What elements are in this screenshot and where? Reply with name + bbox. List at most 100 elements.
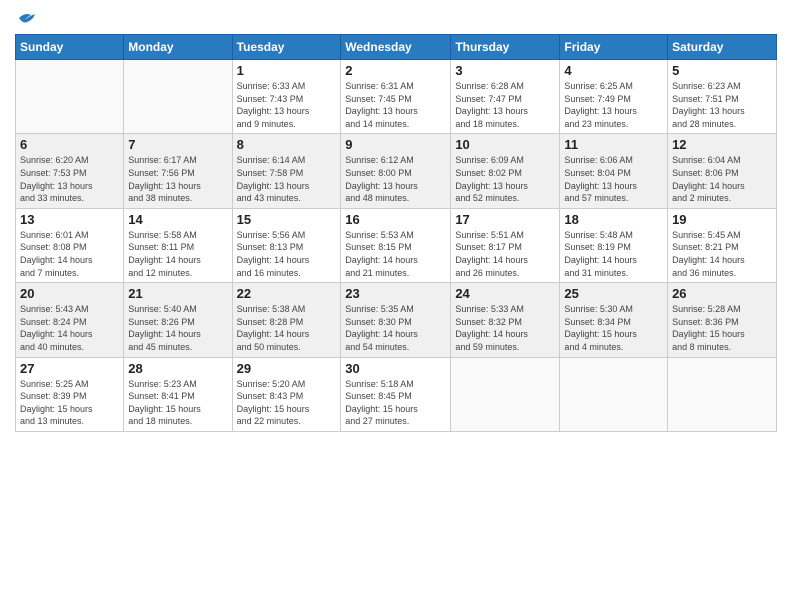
calendar-cell: 4Sunrise: 6:25 AM Sunset: 7:49 PM Daylig… [560, 60, 668, 134]
day-info: Sunrise: 5:48 AM Sunset: 8:19 PM Dayligh… [564, 229, 663, 279]
calendar-cell [560, 357, 668, 431]
calendar-header-row: SundayMondayTuesdayWednesdayThursdayFrid… [16, 35, 777, 60]
day-info: Sunrise: 5:35 AM Sunset: 8:30 PM Dayligh… [345, 303, 446, 353]
calendar-cell [451, 357, 560, 431]
day-info: Sunrise: 6:09 AM Sunset: 8:02 PM Dayligh… [455, 154, 555, 204]
calendar-cell: 20 Sunrise: 5:43 AM Sunset: 8:24 PM Dayli… [16, 283, 124, 357]
day-number: 5 [672, 63, 772, 78]
calendar-cell: 21 Sunrise: 5:40 AM Sunset: 8:26 PM Dayli… [124, 283, 232, 357]
calendar-cell: 25 Sunrise: 5:30 AM Sunset: 8:34 PM Dayli… [560, 283, 668, 357]
day-number: 6 [20, 137, 119, 152]
calendar-cell: 28 Sunrise: 5:23 AM Sunset: 8:41 PM Dayli… [124, 357, 232, 431]
calendar-cell: 16 Sunrise: 5:53 AM Sunset: 8:15 PM Dayli… [341, 208, 451, 282]
day-number: 29 [237, 361, 337, 376]
calendar-cell: 11 Sunrise: 6:06 AM Sunset: 8:04 PM Dayli… [560, 134, 668, 208]
page: SundayMondayTuesdayWednesdayThursdayFrid… [0, 0, 792, 612]
day-number: 23 [345, 286, 446, 301]
calendar-header-monday: Monday [124, 35, 232, 60]
calendar-header-tuesday: Tuesday [232, 35, 341, 60]
day-info: Sunrise: 5:33 AM Sunset: 8:32 PM Dayligh… [455, 303, 555, 353]
day-number: 25 [564, 286, 663, 301]
day-info: Sunrise: 6:17 AM Sunset: 7:56 PM Dayligh… [128, 154, 227, 204]
day-info: Sunrise: 5:51 AM Sunset: 8:17 PM Dayligh… [455, 229, 555, 279]
day-info: Sunrise: 5:38 AM Sunset: 8:28 PM Dayligh… [237, 303, 337, 353]
day-number: 16 [345, 212, 446, 227]
calendar-cell: 6 Sunrise: 6:20 AM Sunset: 7:53 PM Daylig… [16, 134, 124, 208]
day-info: Sunrise: 5:23 AM Sunset: 8:41 PM Dayligh… [128, 378, 227, 428]
day-info: Sunrise: 5:56 AM Sunset: 8:13 PM Dayligh… [237, 229, 337, 279]
day-number: 8 [237, 137, 337, 152]
calendar-cell: 15 Sunrise: 5:56 AM Sunset: 8:13 PM Dayli… [232, 208, 341, 282]
calendar-cell: 29Sunrise: 5:20 AM Sunset: 8:43 PM Dayli… [232, 357, 341, 431]
day-info: Sunrise: 6:28 AM Sunset: 7:47 PM Dayligh… [455, 80, 555, 130]
calendar-cell: 27Sunrise: 5:25 AM Sunset: 8:39 PM Dayli… [16, 357, 124, 431]
calendar-week-5: 27Sunrise: 5:25 AM Sunset: 8:39 PM Dayli… [16, 357, 777, 431]
day-number: 9 [345, 137, 446, 152]
day-number: 19 [672, 212, 772, 227]
day-number: 18 [564, 212, 663, 227]
day-info: Sunrise: 6:01 AM Sunset: 8:08 PM Dayligh… [20, 229, 119, 279]
calendar-week-2: 6 Sunrise: 6:20 AM Sunset: 7:53 PM Daylig… [16, 134, 777, 208]
day-info: Sunrise: 5:53 AM Sunset: 8:15 PM Dayligh… [345, 229, 446, 279]
day-number: 21 [128, 286, 227, 301]
calendar-header-wednesday: Wednesday [341, 35, 451, 60]
day-number: 12 [672, 137, 772, 152]
calendar-cell [124, 60, 232, 134]
calendar-cell: 23 Sunrise: 5:35 AM Sunset: 8:30 PM Dayli… [341, 283, 451, 357]
day-info: Sunrise: 5:28 AM Sunset: 8:36 PM Dayligh… [672, 303, 772, 353]
calendar-week-1: 1 Sunrise: 6:33 AM Sunset: 7:43 PM Daylig… [16, 60, 777, 134]
calendar-header-friday: Friday [560, 35, 668, 60]
calendar-cell: 5 Sunrise: 6:23 AM Sunset: 7:51 PM Daylig… [668, 60, 777, 134]
day-number: 13 [20, 212, 119, 227]
calendar-cell: 3 Sunrise: 6:28 AM Sunset: 7:47 PM Daylig… [451, 60, 560, 134]
day-info: Sunrise: 5:45 AM Sunset: 8:21 PM Dayligh… [672, 229, 772, 279]
day-number: 30 [345, 361, 446, 376]
calendar-cell: 19 Sunrise: 5:45 AM Sunset: 8:21 PM Dayli… [668, 208, 777, 282]
day-number: 22 [237, 286, 337, 301]
calendar-cell: 17 Sunrise: 5:51 AM Sunset: 8:17 PM Dayli… [451, 208, 560, 282]
calendar-cell: 9 Sunrise: 6:12 AM Sunset: 8:00 PM Daylig… [341, 134, 451, 208]
logo [15, 10, 37, 26]
day-number: 14 [128, 212, 227, 227]
calendar-cell: 12 Sunrise: 6:04 AM Sunset: 8:06 PM Dayli… [668, 134, 777, 208]
day-number: 15 [237, 212, 337, 227]
calendar-cell: 22 Sunrise: 5:38 AM Sunset: 8:28 PM Dayli… [232, 283, 341, 357]
calendar-cell: 10 Sunrise: 6:09 AM Sunset: 8:02 PM Dayli… [451, 134, 560, 208]
day-info: Sunrise: 6:20 AM Sunset: 7:53 PM Dayligh… [20, 154, 119, 204]
day-info: Sunrise: 5:43 AM Sunset: 8:24 PM Dayligh… [20, 303, 119, 353]
day-number: 26 [672, 286, 772, 301]
day-info: Sunrise: 5:30 AM Sunset: 8:34 PM Dayligh… [564, 303, 663, 353]
day-info: Sunrise: 5:18 AM Sunset: 8:45 PM Dayligh… [345, 378, 446, 428]
day-info: Sunrise: 6:14 AM Sunset: 7:58 PM Dayligh… [237, 154, 337, 204]
day-number: 2 [345, 63, 446, 78]
day-number: 27 [20, 361, 119, 376]
day-number: 7 [128, 137, 227, 152]
day-info: Sunrise: 6:04 AM Sunset: 8:06 PM Dayligh… [672, 154, 772, 204]
calendar-cell [16, 60, 124, 134]
calendar-cell: 30 Sunrise: 5:18 AM Sunset: 8:45 PM Dayli… [341, 357, 451, 431]
day-info: Sunrise: 6:06 AM Sunset: 8:04 PM Dayligh… [564, 154, 663, 204]
day-info: Sunrise: 6:25 AM Sunset: 7:49 PM Dayligh… [564, 80, 663, 130]
day-info: Sunrise: 6:31 AM Sunset: 7:45 PM Dayligh… [345, 80, 446, 130]
calendar-cell [668, 357, 777, 431]
calendar-week-4: 20 Sunrise: 5:43 AM Sunset: 8:24 PM Dayli… [16, 283, 777, 357]
day-info: Sunrise: 6:33 AM Sunset: 7:43 PM Dayligh… [237, 80, 337, 130]
calendar-cell: 13 Sunrise: 6:01 AM Sunset: 8:08 PM Dayli… [16, 208, 124, 282]
day-number: 20 [20, 286, 119, 301]
day-info: Sunrise: 6:12 AM Sunset: 8:00 PM Dayligh… [345, 154, 446, 204]
calendar-cell: 18 Sunrise: 5:48 AM Sunset: 8:19 PM Dayli… [560, 208, 668, 282]
day-number: 24 [455, 286, 555, 301]
day-number: 11 [564, 137, 663, 152]
calendar-week-3: 13 Sunrise: 6:01 AM Sunset: 8:08 PM Dayli… [16, 208, 777, 282]
day-number: 1 [237, 63, 337, 78]
calendar-header-thursday: Thursday [451, 35, 560, 60]
day-info: Sunrise: 5:40 AM Sunset: 8:26 PM Dayligh… [128, 303, 227, 353]
day-number: 17 [455, 212, 555, 227]
day-number: 28 [128, 361, 227, 376]
calendar-cell: 7 Sunrise: 6:17 AM Sunset: 7:56 PM Daylig… [124, 134, 232, 208]
day-number: 10 [455, 137, 555, 152]
calendar-cell: 24 Sunrise: 5:33 AM Sunset: 8:32 PM Dayli… [451, 283, 560, 357]
day-info: Sunrise: 6:23 AM Sunset: 7:51 PM Dayligh… [672, 80, 772, 130]
day-number: 3 [455, 63, 555, 78]
calendar-cell: 1 Sunrise: 6:33 AM Sunset: 7:43 PM Daylig… [232, 60, 341, 134]
